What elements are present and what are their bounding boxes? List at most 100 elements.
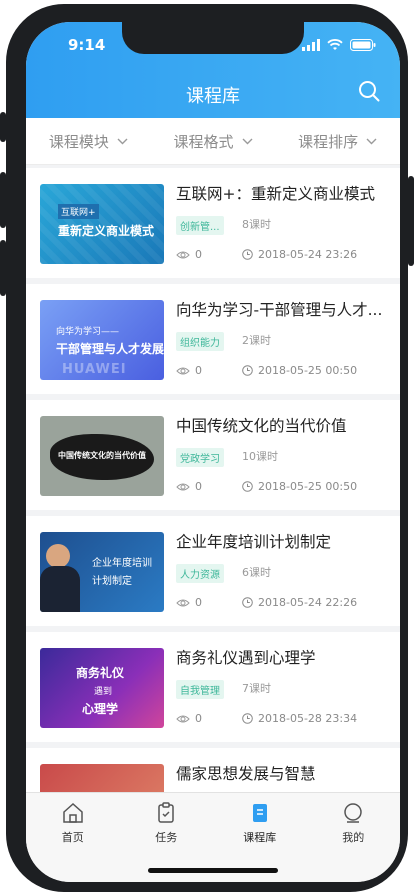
course-date-value: 2018-05-25 00:50	[258, 480, 358, 493]
view-count: 0	[176, 596, 202, 609]
tab-label: 我的	[342, 831, 365, 844]
thumbnail-text: 商务礼仪	[76, 666, 125, 680]
clock-icon	[242, 597, 253, 608]
course-thumbnail: 中国传统文化的当代价值	[40, 416, 164, 496]
course-library-icon	[252, 804, 267, 822]
course-title: 企业年度培训计划制定	[176, 533, 332, 551]
clock-icon	[242, 713, 253, 724]
course-card[interactable]: 中国传统文化的当代价值 中国传统文化的当代价值 党政学习 10课时 0 2018…	[26, 400, 400, 510]
view-count-value: 0	[195, 364, 202, 377]
view-count-value: 0	[195, 596, 202, 609]
course-tag: 党政学习	[176, 448, 224, 467]
view-count: 0	[176, 480, 202, 493]
eye-icon	[176, 251, 190, 258]
course-lessons: 8课时	[242, 218, 271, 231]
chevron-down-icon	[242, 138, 253, 144]
view-count-value: 0	[195, 248, 202, 261]
thumbnail-text: 重新定义商业模式	[58, 224, 155, 238]
tab-label: 任务	[155, 831, 178, 844]
wifi-icon	[327, 39, 343, 50]
course-date: 2018-05-24 23:26	[242, 248, 357, 261]
course-date-value: 2018-05-24 23:26	[258, 248, 358, 261]
course-thumbnail: 互联网+ 重新定义商业模式	[40, 184, 164, 264]
clock-icon	[242, 481, 253, 492]
tab-label: 首页	[61, 831, 84, 844]
signal-icon	[302, 39, 320, 51]
course-lessons: 7课时	[242, 682, 271, 695]
thumbnail-text: 心理学	[82, 702, 119, 716]
course-thumbnail: 企业年度培训 计划制定	[40, 532, 164, 612]
filter-course-format[interactable]: 课程格式	[151, 118, 276, 164]
filter-label: 课程模块	[48, 132, 109, 151]
phone-body: 9:14 课程库 课程模块 课程格式 课程排序 互联网+ 重新定义商业模式 互联…	[6, 4, 408, 892]
thumbnail-text: 互联网+	[58, 204, 99, 219]
view-count: 0	[176, 712, 202, 725]
filter-bar: 课程模块 课程格式 课程排序	[26, 118, 400, 165]
eye-icon	[176, 367, 190, 374]
course-tag: 创新管...	[176, 216, 224, 235]
course-title: 互联网+：重新定义商业模式	[176, 185, 375, 203]
chevron-down-icon	[366, 138, 377, 144]
view-count-value: 0	[195, 480, 202, 493]
course-date: 2018-05-25 00:50	[242, 364, 357, 377]
course-card[interactable]: 企业年度培训 计划制定 企业年度培训计划制定 人力资源 6课时 0 2018-0…	[26, 516, 400, 626]
course-tag: 组织能力	[176, 332, 224, 351]
filter-course-module[interactable]: 课程模块	[26, 118, 151, 164]
course-thumbnail: 商务礼仪 遇到 心理学	[40, 648, 164, 728]
course-card[interactable]: 互联网+ 重新定义商业模式 互联网+：重新定义商业模式 创新管... 8课时 0…	[26, 168, 400, 278]
filter-course-sort[interactable]: 课程排序	[275, 118, 400, 164]
clock-icon	[242, 365, 253, 376]
app-screen: 9:14 课程库 课程模块 课程格式 课程排序 互联网+ 重新定义商业模式 互联…	[26, 22, 400, 882]
thumbnail-text: 计划制定	[92, 576, 132, 587]
course-title: 中国传统文化的当代价值	[176, 417, 347, 435]
tab-label: 课程库	[243, 831, 277, 844]
course-title: 商务礼仪遇到心理学	[176, 649, 316, 667]
course-date-value: 2018-05-25 00:50	[258, 364, 358, 377]
course-card[interactable]: 商务礼仪 遇到 心理学 商务礼仪遇到心理学 自我管理 7课时 0 2018-05…	[26, 632, 400, 742]
chevron-down-icon	[117, 138, 128, 144]
tab-home[interactable]: 首页	[26, 793, 120, 882]
thumbnail-text: 向华为学习——	[56, 327, 120, 337]
course-date: 2018-05-28 23:34	[242, 712, 357, 725]
notch	[122, 22, 304, 54]
course-lessons: 10课时	[242, 450, 278, 463]
course-lessons: 6课时	[242, 566, 271, 579]
task-icon	[158, 802, 174, 823]
clock-icon	[242, 249, 253, 260]
course-tag: 自我管理	[176, 680, 224, 699]
view-count-value: 0	[195, 712, 202, 725]
course-card[interactable]: 向华为学习—— 干部管理与人才发展 HUAWEI 向华为学习-干部管理与人才..…	[26, 284, 400, 394]
course-thumbnail	[40, 764, 164, 792]
power-button	[408, 176, 414, 266]
course-tag: 人力资源	[176, 564, 224, 583]
status-time: 9:14	[68, 36, 106, 54]
page-title: 课程库	[186, 86, 240, 107]
course-card[interactable]: 儒家思想发展与智慧	[26, 748, 400, 792]
course-title: 儒家思想发展与智慧	[176, 765, 316, 783]
filter-label: 课程排序	[298, 132, 359, 151]
course-date: 2018-05-25 00:50	[242, 480, 357, 493]
search-icon[interactable]	[358, 80, 380, 102]
eye-icon	[176, 483, 190, 490]
course-date-value: 2018-05-28 23:34	[258, 712, 358, 725]
thumbnail-watermark: HUAWEI	[62, 362, 127, 377]
profile-icon	[344, 803, 362, 823]
thumbnail-text: 遇到	[94, 687, 113, 697]
view-count: 0	[176, 364, 202, 377]
home-icon	[63, 802, 83, 823]
view-count: 0	[176, 248, 202, 261]
tab-profile[interactable]: 我的	[307, 793, 401, 882]
course-list: 互联网+ 重新定义商业模式 互联网+：重新定义商业模式 创新管... 8课时 0…	[26, 168, 400, 792]
course-date-value: 2018-05-24 22:26	[258, 596, 358, 609]
thumbnail-text: 干部管理与人才发展	[56, 342, 164, 356]
thumbnail-text: 中国传统文化的当代价值	[58, 451, 146, 460]
battery-icon	[350, 39, 376, 51]
eye-icon	[176, 599, 190, 606]
course-lessons: 2课时	[242, 334, 271, 347]
thumbnail-text: 企业年度培训	[92, 558, 152, 569]
course-title: 向华为学习-干部管理与人才...	[176, 301, 383, 319]
home-indicator	[148, 868, 278, 873]
filter-label: 课程格式	[173, 132, 234, 151]
course-thumbnail: 向华为学习—— 干部管理与人才发展 HUAWEI	[40, 300, 164, 380]
course-date: 2018-05-24 22:26	[242, 596, 357, 609]
